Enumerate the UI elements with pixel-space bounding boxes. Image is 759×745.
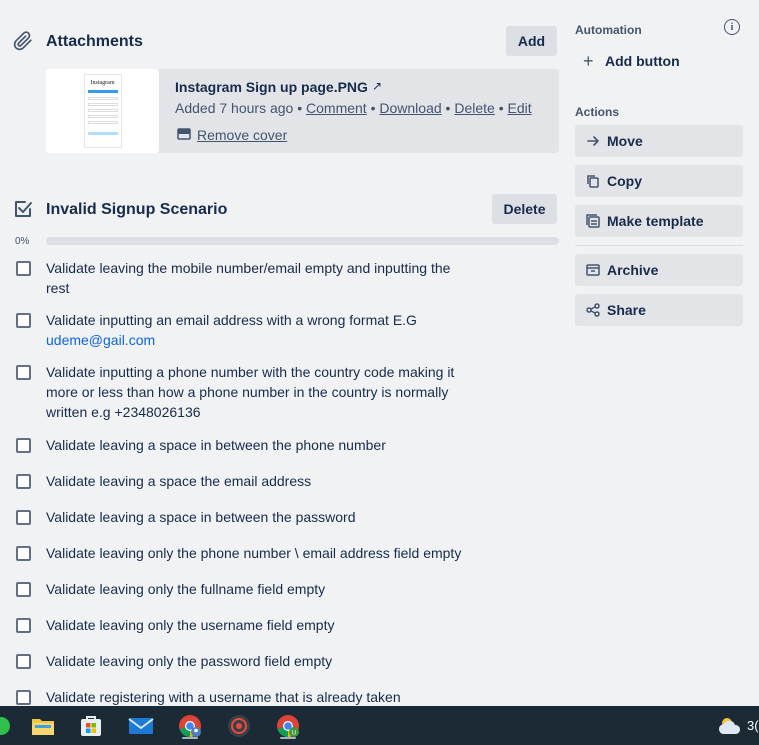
make-template-label: Make template [607,213,704,229]
item-text[interactable]: Validate leaving a space in between the … [46,507,476,527]
item-checkbox[interactable] [16,510,31,525]
active-indicator [280,737,296,739]
delete-checklist-button[interactable]: Delete [492,194,557,224]
item-checkbox[interactable] [16,582,31,597]
copy-label: Copy [607,173,642,189]
remove-cover-button[interactable]: Remove cover [177,127,287,143]
plus-icon: + [583,50,594,71]
separator: • [498,100,504,116]
chrome-profile-icon[interactable]: U [275,713,301,739]
separator: • [445,100,451,116]
edit-attachment-link[interactable]: Edit [508,100,532,116]
item-checkbox[interactable] [16,690,31,705]
make-template-button[interactable]: Make template [575,205,743,237]
actions-label: Actions [575,105,620,119]
file-explorer-icon[interactable] [30,713,56,739]
weather-icon[interactable] [717,713,743,739]
copy-icon [585,173,601,189]
item-checkbox[interactable] [16,654,31,669]
thumbnail-button [87,90,118,93]
item-checkbox[interactable] [16,438,31,453]
arrow-right-icon [585,133,601,149]
thumbnail-preview: Instagram [83,74,122,148]
item-checkbox[interactable] [16,618,31,633]
separator: • [297,100,303,116]
paperclip-icon [13,31,33,56]
item-checkbox[interactable] [16,261,31,276]
item-text[interactable]: Validate leaving the mobile number/email… [46,258,476,298]
archive-label: Archive [607,262,659,278]
comment-link[interactable]: Comment [306,100,367,116]
attachment-thumbnail[interactable]: Instagram [46,69,159,153]
checklist-title[interactable]: Invalid Signup Scenario [46,201,227,219]
share-label: Share [607,302,646,318]
item-checkbox[interactable] [16,474,31,489]
move-label: Move [607,133,643,149]
attachment-meta: Added 7 hours ago • Comment • Download •… [175,100,532,116]
checklist-percent: 0% [15,236,30,247]
mail-icon[interactable] [128,713,154,739]
card-detail-main: Attachments Add Instagram Instagram Sign… [0,0,565,706]
download-link[interactable]: Download [379,100,441,116]
attachment-item[interactable]: Instagram Instagram Sign up page.PNG ↗ A… [46,69,559,153]
attachments-title: Attachments [46,33,143,50]
attachment-name[interactable]: Instagram Sign up page.PNG [175,79,368,95]
screen-recorder-icon[interactable] [226,713,252,739]
item-checkbox[interactable] [16,365,31,380]
remove-cover-label: Remove cover [197,127,288,143]
weather-temperature[interactable]: 3( [747,718,759,733]
item-checkbox[interactable] [16,546,31,561]
checklist-progress-bar [46,237,559,245]
attachment-added-time: Added 7 hours ago [175,100,294,116]
app-icon-partial[interactable] [0,713,14,739]
item-text[interactable]: Validate leaving only the username field… [46,615,476,635]
item-checkbox[interactable] [16,313,31,328]
move-button[interactable]: Move [575,125,743,157]
add-button-label: Add button [605,53,680,69]
thumbnail-button [87,132,118,135]
add-button[interactable]: + Add button [575,48,743,74]
item-text[interactable]: Validate leaving a space in between the … [46,435,476,455]
share-button[interactable]: Share [575,294,743,326]
thumbnail-field [87,103,118,106]
email-link[interactable]: udeme@gail.com [46,332,155,348]
add-attachment-button[interactable]: Add [506,26,557,56]
item-text[interactable]: Validate registering with a username tha… [46,687,476,707]
archive-icon [585,262,601,278]
delete-attachment-link[interactable]: Delete [454,100,494,116]
thumbnail-field [87,109,118,112]
item-text[interactable]: Validate leaving only the password field… [46,651,476,671]
windows-taskbar: U 3( [0,706,759,745]
thumbnail-field [87,121,118,124]
copy-button[interactable]: Copy [575,165,743,197]
archive-button[interactable]: Archive [575,254,743,286]
svg-text:U: U [292,731,296,737]
chrome-icon[interactable] [177,713,203,739]
microsoft-store-icon[interactable] [78,713,104,739]
item-text[interactable]: Validate inputting a phone number with t… [46,362,476,422]
separator: • [370,100,376,116]
thumbnail-field [87,97,118,100]
active-indicator [182,737,198,739]
item-text[interactable]: Validate leaving only the phone number \… [46,543,476,563]
checklist-icon [13,199,33,224]
item-text[interactable]: Validate leaving only the fullname field… [46,579,476,599]
automation-label: Automation [575,23,642,37]
item-text[interactable]: Validate leaving a space the email addre… [46,471,476,491]
share-icon [585,302,601,318]
template-icon [585,213,601,229]
thumbnail-field [87,115,118,118]
sidebar-divider [575,245,743,246]
card-cover-icon [177,127,191,143]
open-external-icon[interactable]: ↗ [372,79,382,93]
thumbnail-logo: Instagram [90,80,115,86]
info-icon[interactable]: i [724,19,740,35]
item-text[interactable]: Validate inputting an email address with… [46,310,476,350]
